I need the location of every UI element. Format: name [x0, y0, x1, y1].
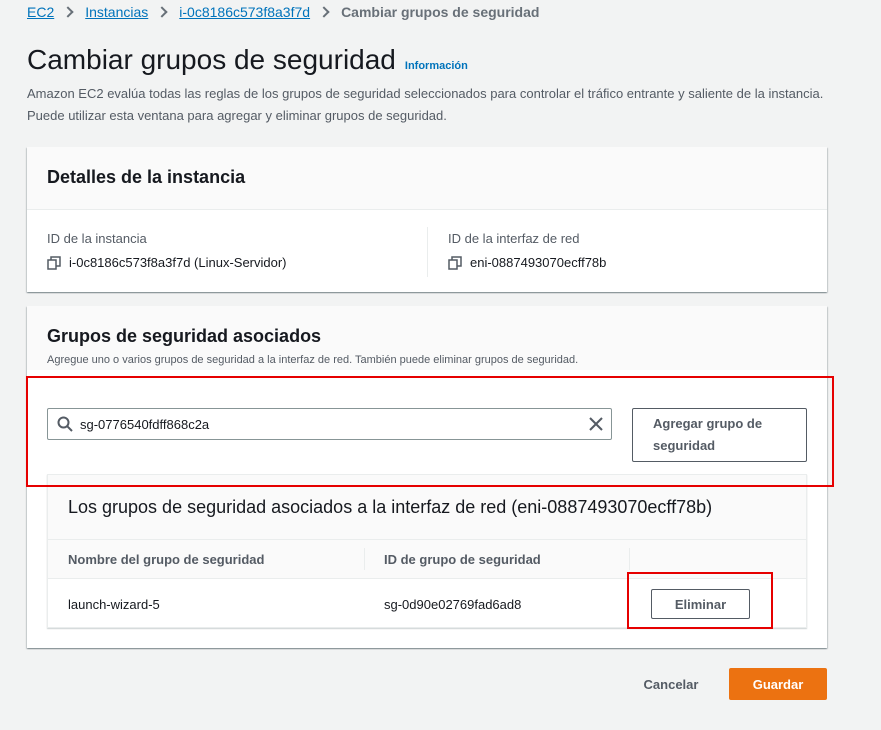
- eni-id-value: eni-0887493070ecff78b: [470, 255, 607, 270]
- security-groups-panel: Grupos de seguridad asociados Agregue un…: [27, 306, 827, 648]
- instance-details-panel: Detalles de la instancia ID de la instan…: [27, 147, 827, 292]
- breadcrumb-link-instance-id[interactable]: i-0c8186c573f8a3f7d: [179, 4, 310, 20]
- breadcrumb-link-instances[interactable]: Instancias: [85, 4, 148, 20]
- search-value[interactable]: sg-0776540fdff868c2a: [80, 417, 209, 432]
- copy-icon[interactable]: [448, 255, 462, 270]
- chevron-right-icon: [62, 6, 74, 18]
- instance-id-label: ID de la instancia: [47, 231, 147, 246]
- security-group-name: launch-wizard-5: [68, 597, 160, 612]
- page-description: Amazon EC2 evalúa todas las reglas de lo…: [27, 86, 824, 123]
- chevron-right-icon: [156, 6, 168, 18]
- column-header-name: Nombre del grupo de seguridad: [68, 552, 265, 567]
- search-icon: [57, 416, 73, 432]
- column-divider: [427, 227, 428, 277]
- breadcrumb-current: Cambiar grupos de seguridad: [341, 4, 540, 20]
- breadcrumb-link-ec2[interactable]: EC2: [27, 4, 54, 20]
- eni-id-field: ID de la interfaz de red eni-0887493070e…: [448, 231, 606, 270]
- security-group-search-input[interactable]: sg-0776540fdff868c2a: [47, 408, 612, 440]
- close-icon[interactable]: [588, 416, 604, 432]
- instance-details-header: Detalles de la instancia: [27, 147, 827, 210]
- instance-details-title: Detalles de la instancia: [47, 167, 246, 187]
- chevron-right-icon: [318, 6, 330, 18]
- security-group-id: sg-0d90e02769fad6ad8: [384, 597, 522, 612]
- instance-id-field: ID de la instancia i-0c8186c573f8a3f7d (…: [47, 231, 287, 270]
- page-title: Cambiar grupos de seguridad: [27, 44, 396, 75]
- remove-security-group-button[interactable]: Eliminar: [651, 589, 750, 619]
- associated-groups-table-title: Los grupos de seguridad asociados a la i…: [48, 475, 806, 539]
- cancel-button[interactable]: Cancelar: [626, 668, 716, 700]
- save-button[interactable]: Guardar: [729, 668, 827, 700]
- column-divider: [629, 548, 630, 570]
- associated-groups-table-container: Los grupos de seguridad asociados a la i…: [47, 474, 807, 628]
- column-header-id: ID de grupo de seguridad: [384, 552, 541, 567]
- instance-id-value: i-0c8186c573f8a3f7d (Linux-Servidor): [69, 255, 287, 270]
- security-groups-subtitle: Agregue uno o varios grupos de seguridad…: [47, 354, 579, 366]
- page-header: Cambiar grupos de seguridad Información: [27, 44, 468, 76]
- column-divider: [364, 548, 365, 570]
- eni-id-label: ID de la interfaz de red: [448, 231, 580, 246]
- breadcrumb: EC2 Instancias i-0c8186c573f8a3f7d Cambi…: [27, 3, 539, 21]
- table-header: Nombre del grupo de seguridad ID de grup…: [48, 539, 806, 579]
- add-security-group-button[interactable]: Agregar grupo de seguridad: [632, 408, 807, 462]
- info-link[interactable]: Información: [405, 60, 468, 72]
- copy-icon[interactable]: [47, 255, 61, 270]
- security-groups-title: Grupos de seguridad asociados: [47, 326, 322, 346]
- security-groups-header: Grupos de seguridad asociados Agregue un…: [27, 306, 827, 370]
- table-row: launch-wizard-5 sg-0d90e02769fad6ad8 Eli…: [48, 579, 806, 627]
